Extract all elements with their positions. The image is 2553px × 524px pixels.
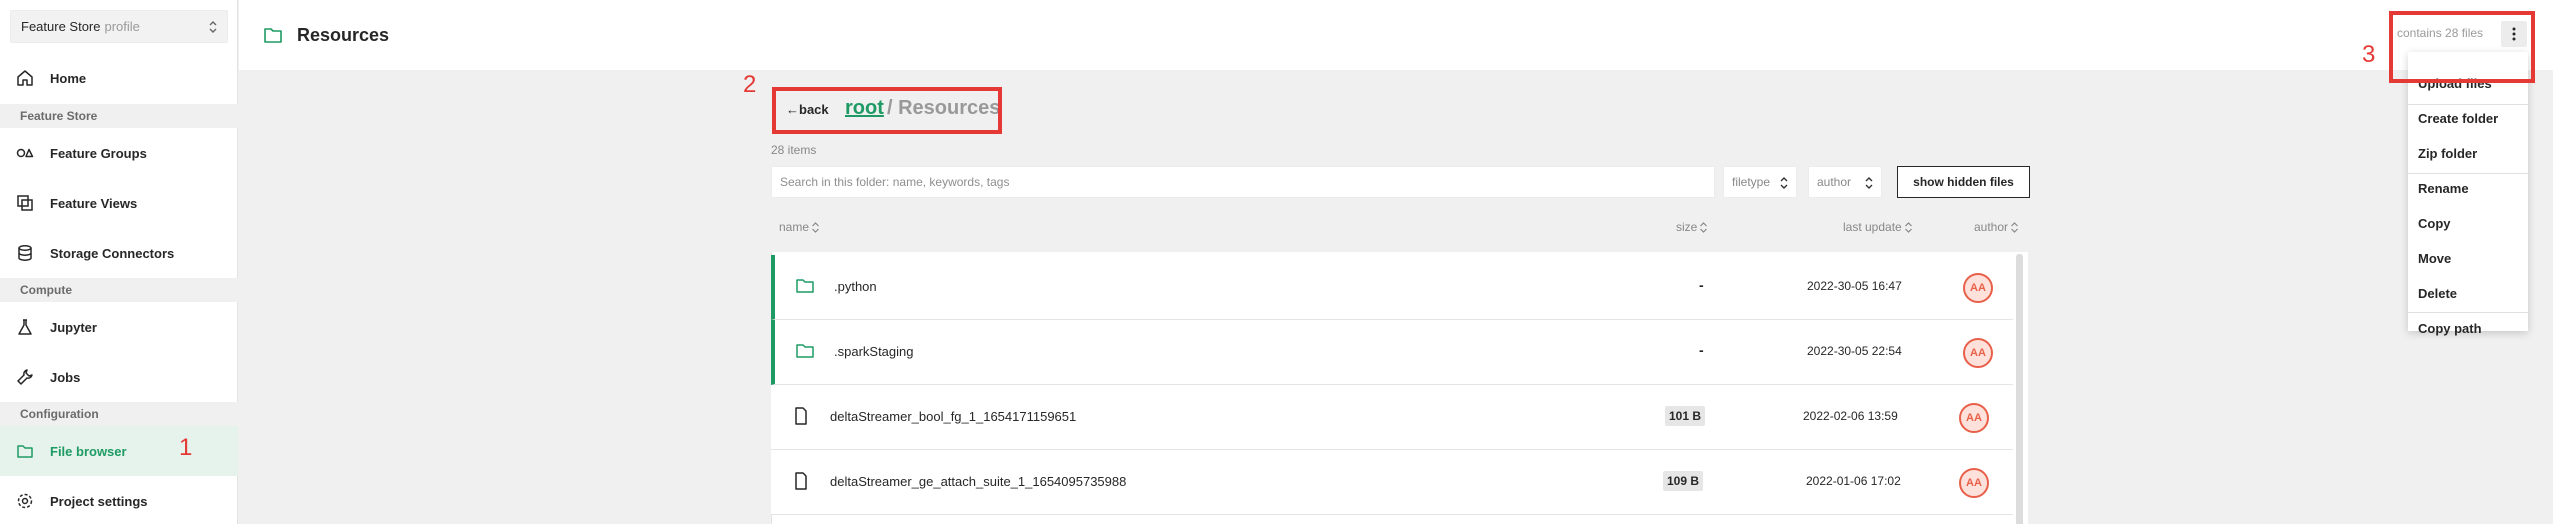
folder-icon [17,445,33,458]
menu-item-zip-folder[interactable]: Zip folder [2408,137,2528,171]
home-icon [17,70,33,86]
file-last-update: 2022-30-05 22:54 [1807,344,1902,358]
author-select[interactable]: author [1808,166,1882,198]
file-size-badge: 101 B [1665,406,1706,426]
file-last-update: 2022-02-06 13:59 [1803,409,1898,423]
filetype-select-label: filetype [1732,175,1771,189]
file-name: deltaStreamer_bool_fg_1_1654171159651 [830,409,1077,424]
avatar: AA [1959,468,1989,498]
section-label-feature-store: Feature Store [0,104,238,128]
section-label-compute: Compute [0,278,238,302]
sort-icon [1904,221,1912,233]
avatar: AA [1959,403,1989,433]
column-header-label: last update [1843,220,1902,234]
avatar: AA [1963,338,1993,368]
file-last-update: 2022-01-06 17:02 [1806,474,1901,488]
actions-dropdown-menu: Upload files Create folder Zip folder Re… [2408,52,2528,336]
file-size-badge: 109 B [1663,471,1704,491]
sidebar-item-feature-groups[interactable]: Feature Groups [0,128,238,178]
sidebar-item-label: File browser [50,443,127,459]
column-header-label: size [1676,220,1698,234]
database-icon [18,245,32,261]
annotation-number-1: 1 [179,434,193,461]
list-scrollbar[interactable] [2016,254,2023,524]
sidebar-item-label: Home [50,70,87,86]
sidebar-item-jobs[interactable]: Jobs [0,352,238,402]
sidebar-item-home[interactable]: Home [0,53,238,103]
section-label-configuration: Configuration [0,402,238,426]
shapes-icon [16,148,34,158]
menu-item-create-folder[interactable]: Create folder [2408,102,2528,136]
table-row[interactable]: deltaStreamer_bool_fg_1_1654171159651 10… [771,385,2013,450]
file-size: - [1699,342,1704,358]
layers-icon [17,195,33,211]
select-arrows-icon [209,21,217,33]
file-name: .python [834,279,877,294]
file-name: .sparkStaging [834,344,914,359]
avatar: AA [1963,273,1993,303]
annotation-number-2: 2 [743,71,757,98]
file-icon [795,407,807,425]
file-size: - [1699,277,1704,293]
file-icon [795,472,807,490]
sidebar-item-label: Storage Connectors [50,245,175,261]
wrench-icon [17,369,33,385]
sort-icon [1700,221,1708,233]
items-count: 28 items [771,143,817,157]
menu-item-rename[interactable]: Rename [2408,172,2528,206]
project-type: profile [104,19,140,34]
select-arrows-icon [1865,177,1873,189]
select-arrows-icon [1780,177,1788,189]
menu-item-copy-path[interactable]: Copy path [2408,312,2528,346]
menu-item-copy[interactable]: Copy [2408,207,2528,241]
gear-icon [17,493,33,509]
sidebar: Feature Store profile Home Feature Store … [0,0,238,524]
page-title: Resources [263,21,389,49]
menu-item-delete[interactable]: Delete [2408,277,2528,311]
sidebar-item-label: Jupyter [50,319,97,335]
sidebar-item-label: Jobs [50,369,81,385]
sidebar-item-label: Feature Groups [50,145,147,161]
folder-icon [796,344,814,358]
page-title-text: Resources [297,24,390,45]
folder-search-input[interactable] [771,166,1715,198]
sidebar-item-feature-views[interactable]: Feature Views [0,178,238,228]
table-row[interactable]: deltaStreamer_ge_attach_suite_1_16540957… [771,450,2013,515]
column-header-last-update[interactable]: last update [1843,220,1912,234]
folder-icon [796,279,814,293]
annotation-number-3: 3 [2362,41,2376,68]
author-select-label: author [1817,175,1852,189]
sort-icon [2011,221,2018,233]
menu-item-move[interactable]: Move [2408,242,2528,276]
annotation-box-breadcrumb [772,87,1002,134]
sidebar-item-jupyter[interactable]: Jupyter [0,302,238,352]
annotation-box-actions [2389,11,2535,83]
sidebar-item-label: Feature Views [50,195,138,211]
table-row[interactable]: .sparkStaging - 2022-30-05 22:54 AA [771,320,2013,385]
filetype-select[interactable]: filetype [1723,166,1797,198]
folder-icon [264,28,282,43]
flask-icon [18,319,32,335]
column-header-author[interactable]: author [1974,220,2018,234]
file-last-update: 2022-30-05 16:47 [1807,279,1902,293]
project-selector[interactable]: Feature Store profile [10,10,228,43]
table-row[interactable]: .python - 2022-30-05 16:47 AA [771,255,2013,320]
sidebar-item-label: Project settings [50,493,148,509]
sidebar-item-storage-connectors[interactable]: Storage Connectors [0,228,238,278]
file-name: deltaStreamer_ge_attach_suite_1_16540957… [830,474,1127,489]
show-hidden-files-button[interactable]: show hidden files [1897,166,2030,198]
sort-icon [812,221,819,233]
column-header-size[interactable]: size [1676,220,1708,234]
sidebar-item-project-settings[interactable]: Project settings [0,476,238,524]
page-header: Resources [239,0,2553,70]
project-name: Feature Store [21,19,101,34]
sidebar-item-file-browser[interactable]: File browser [0,426,238,476]
column-header-name[interactable]: name [779,220,819,234]
column-header-label: author [1974,220,2009,234]
column-header-label: name [779,220,810,234]
